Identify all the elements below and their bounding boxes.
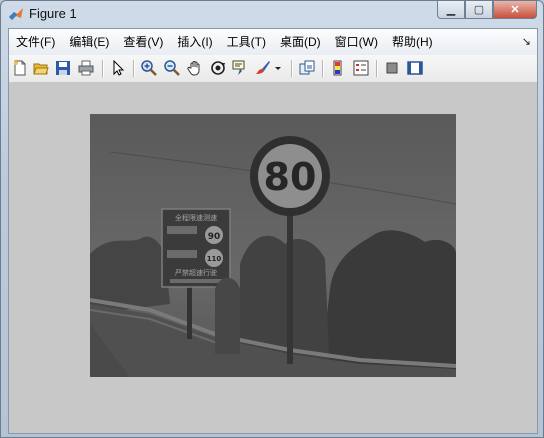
edit-plot-arrow-icon[interactable]: [109, 59, 127, 77]
menu-view[interactable]: 查看(V): [116, 29, 170, 55]
colorbar-icon[interactable]: [329, 59, 347, 77]
board-top-text: 全程限速测速: [175, 213, 217, 222]
save-icon[interactable]: [54, 59, 72, 77]
menu-help[interactable]: 帮助(H): [385, 29, 440, 55]
menu-insert[interactable]: 插入(I): [170, 29, 219, 55]
print-icon[interactable]: [77, 59, 95, 77]
board-value-1: 90: [208, 232, 221, 242]
close-button[interactable]: ✕: [493, 1, 537, 19]
zoom-out-icon[interactable]: [163, 59, 181, 77]
menu-tools[interactable]: 工具(T): [220, 29, 273, 55]
menu-edit[interactable]: 编辑(E): [62, 29, 116, 55]
hide-plot-tools-icon[interactable]: [383, 59, 401, 77]
menu-desktop[interactable]: 桌面(D): [273, 29, 328, 55]
board-bottom-text: 严禁超速行驶: [175, 268, 217, 277]
title-bar[interactable]: Figure 1 ▁ ▢ ✕: [1, 1, 543, 27]
brush-dropdown-icon[interactable]: [273, 59, 283, 77]
show-plot-tools-icon[interactable]: [406, 59, 424, 77]
figure-window: Figure 1 ▁ ▢ ✕ 文件(F) 编辑(E) 查看(V) 插入(I) 工…: [0, 0, 544, 438]
zoom-in-icon[interactable]: [140, 59, 158, 77]
close-icon: ✕: [510, 4, 520, 16]
rotate-3d-icon[interactable]: [209, 59, 227, 77]
menu-window[interactable]: 窗口(W): [328, 29, 385, 55]
open-file-icon[interactable]: [32, 59, 50, 77]
matlab-logo-icon: [9, 8, 23, 20]
brush-icon[interactable]: [254, 59, 272, 77]
minimize-button[interactable]: ▁: [437, 1, 465, 19]
new-figure-icon[interactable]: [11, 59, 29, 77]
pan-hand-icon[interactable]: [186, 59, 204, 77]
legend-icon[interactable]: [352, 59, 370, 77]
data-cursor-icon[interactable]: [231, 59, 249, 77]
maximize-icon: ▢: [473, 4, 485, 16]
figure-canvas[interactable]: 80 全程限速测速 90 110 严禁超速行驶: [9, 83, 537, 433]
board-value-2: 110: [207, 255, 222, 263]
menu-dock-arrow-icon[interactable]: ↘: [522, 35, 531, 48]
window-title: Figure 1: [29, 6, 77, 21]
speed-limit-text: 80: [264, 155, 317, 199]
minimize-icon: ▁: [446, 4, 456, 16]
figure-client-area: 文件(F) 编辑(E) 查看(V) 插入(I) 工具(T) 桌面(D) 窗口(W…: [8, 28, 538, 434]
maximize-button[interactable]: ▢: [465, 1, 493, 19]
menu-bar: 文件(F) 编辑(E) 查看(V) 插入(I) 工具(T) 桌面(D) 窗口(W…: [9, 29, 537, 55]
menu-file[interactable]: 文件(F): [9, 29, 62, 55]
road-sign-grayscale-image: 80 全程限速测速 90 110 严禁超速行驶: [90, 114, 456, 377]
link-plot-icon[interactable]: [298, 59, 316, 77]
image-axes[interactable]: 80 全程限速测速 90 110 严禁超速行驶: [90, 114, 456, 377]
figure-toolbar: [9, 55, 537, 83]
